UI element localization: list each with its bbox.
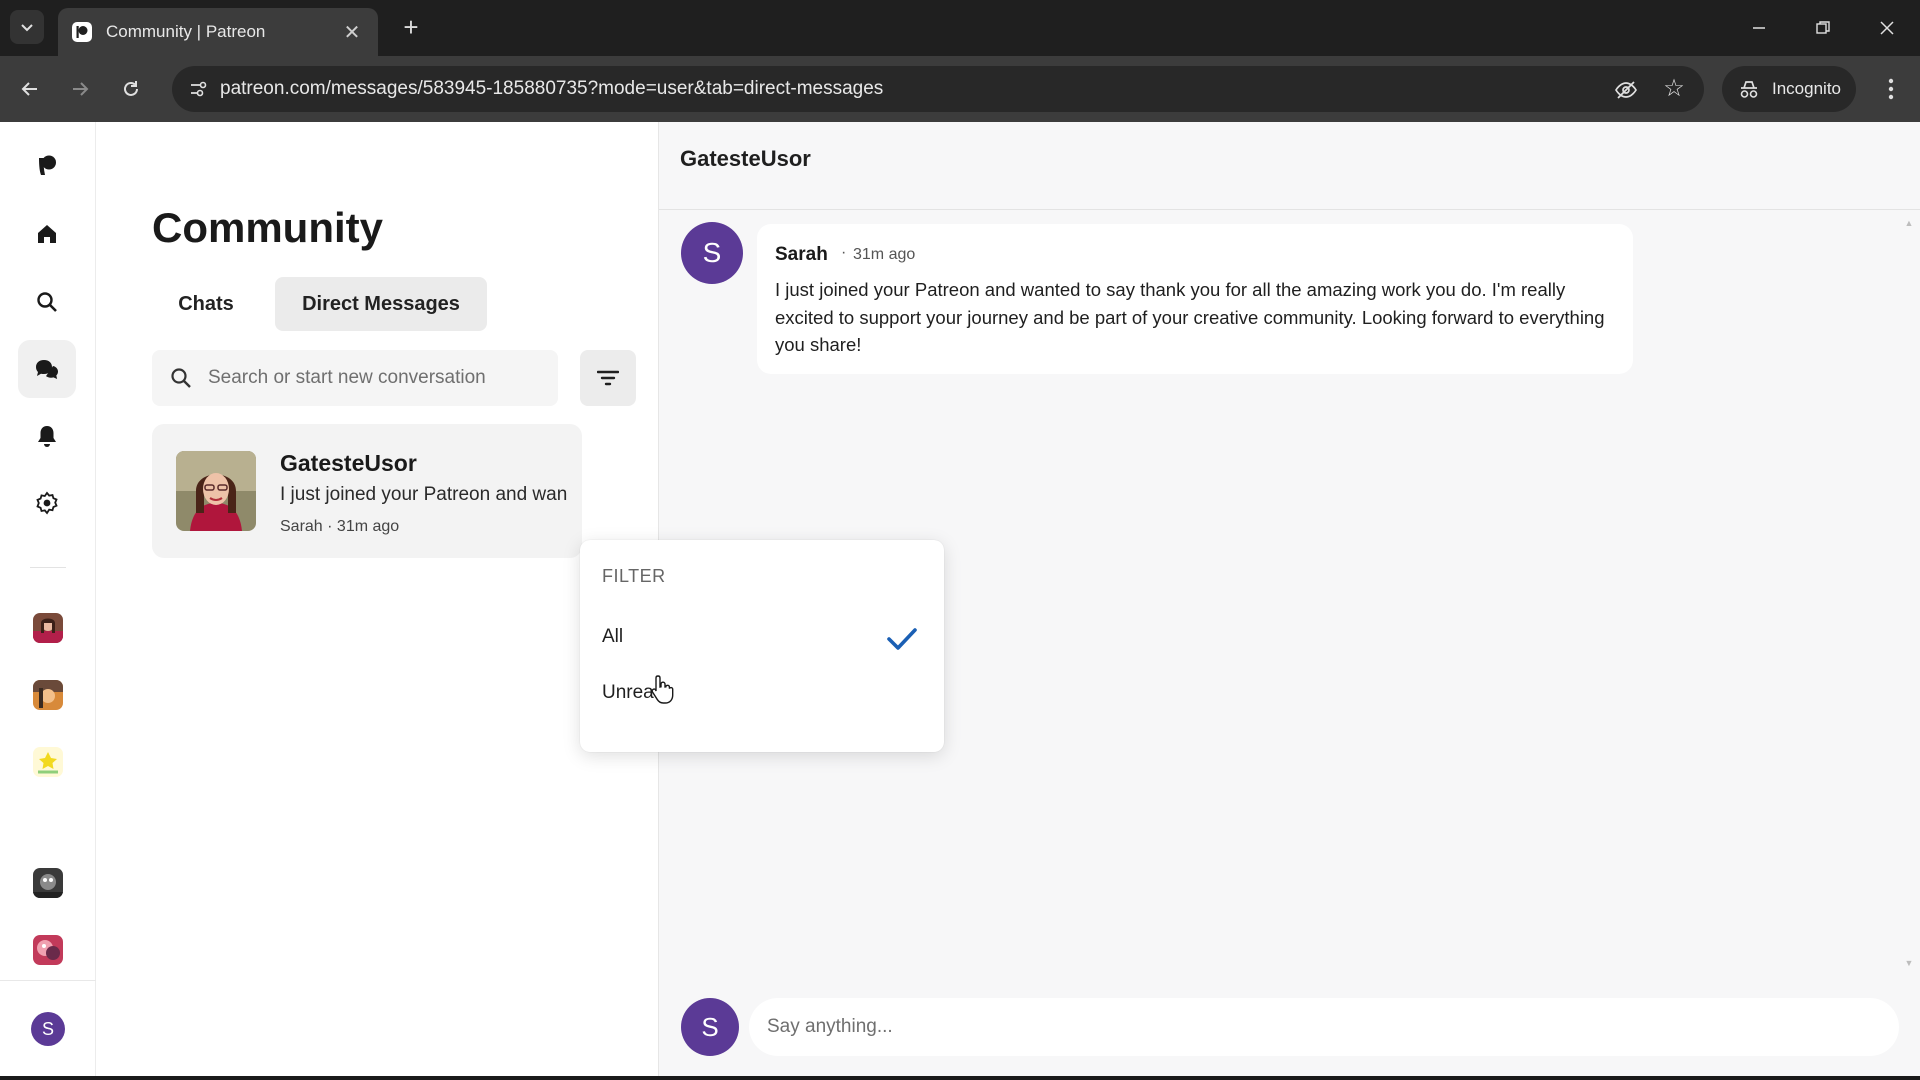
patreon-logo-button[interactable]: [18, 136, 76, 194]
minimize-button[interactable]: [1734, 8, 1784, 48]
minimize-icon: [1753, 27, 1765, 29]
thread-title: GatesteUsor: [680, 146, 811, 171]
patreon-app: S Community Chats Direct Messages Search…: [0, 122, 1920, 1080]
message-input-placeholder: Say anything...: [767, 1016, 893, 1037]
tab-direct-messages[interactable]: Direct Messages: [275, 277, 487, 331]
sidebar-item-notifications[interactable]: [18, 407, 76, 465]
screen-bottom-edge: [0, 1076, 1920, 1080]
conversation-avatar: [176, 451, 256, 531]
arrow-left-icon: [21, 82, 37, 96]
page-title: Community: [152, 204, 383, 251]
bookmark-star-icon[interactable]: ☆: [1660, 75, 1688, 103]
reload-button[interactable]: [113, 71, 149, 107]
filter-option-all[interactable]: All: [602, 626, 623, 648]
home-icon: [38, 225, 56, 243]
eye-off-icon[interactable]: [1612, 76, 1640, 104]
sidebar-divider: [30, 567, 66, 568]
url-text[interactable]: patreon.com/messages/583945-185880735?mo…: [220, 78, 883, 100]
sidebar-item-community[interactable]: [18, 340, 76, 398]
bell-icon: [38, 426, 56, 447]
search-icon: [37, 292, 57, 312]
message-time: 31m ago: [853, 246, 916, 263]
tab-close-icon[interactable]: ✕: [340, 20, 364, 45]
composer-avatar: S: [681, 998, 739, 1056]
message-separator: ·: [841, 244, 847, 261]
chat-icon: [36, 360, 58, 379]
message-sender: Sarah: [775, 244, 828, 265]
browser-toolbar: patreon.com/messages/583945-185880735?mo…: [0, 56, 1920, 122]
browser-menu-button[interactable]: [1876, 71, 1906, 107]
hand-cursor-icon: [651, 675, 674, 704]
conversation-name: GatesteUsor: [280, 450, 417, 476]
filter-button[interactable]: [580, 350, 636, 406]
address-bar[interactable]: patreon.com/messages/583945-185880735?mo…: [172, 66, 1704, 112]
creator-avatar-4[interactable]: [33, 868, 63, 898]
close-window-button[interactable]: [1862, 8, 1912, 48]
checkmark-icon: [887, 628, 917, 650]
new-tab-button[interactable]: +: [396, 12, 426, 42]
conversation-preview: I just joined your Patreon and wan: [280, 484, 568, 505]
chevron-down-icon: [21, 24, 33, 32]
gear-icon: [36, 491, 58, 515]
message-text: I just joined your Patreon and wanted to…: [775, 279, 1605, 355]
creator-avatar-3[interactable]: [33, 747, 63, 777]
sidebar-nav: S: [0, 122, 96, 1080]
patreon-logo-icon: [39, 155, 56, 175]
filter-heading: FILTER: [602, 566, 666, 586]
message-avatar[interactable]: S: [681, 222, 743, 284]
browser-tab-bar: Community | Patreon ✕ +: [0, 0, 1920, 56]
search-icon: [171, 368, 191, 388]
arrow-right-icon: [73, 82, 89, 96]
creator-avatar-2[interactable]: [33, 680, 63, 710]
sidebar-bottom-divider: [0, 980, 96, 981]
scroll-down-arrow[interactable]: ▼: [1903, 958, 1915, 968]
patreon-favicon-icon: [72, 22, 92, 42]
restore-button[interactable]: [1798, 8, 1848, 48]
incognito-label: Incognito: [1772, 79, 1841, 98]
sidebar-item-home[interactable]: [18, 205, 76, 263]
close-icon: [1880, 21, 1894, 35]
search-input[interactable]: Search or start new conversation: [152, 350, 558, 406]
conversation-meta: Sarah · 31m ago: [280, 518, 400, 535]
thread-header: GatesteUsor: [659, 122, 1920, 210]
incognito-icon: [1738, 77, 1762, 101]
site-info-icon[interactable]: [184, 75, 212, 103]
search-placeholder: Search or start new conversation: [208, 367, 486, 388]
conversation-item[interactable]: GatesteUsor I just joined your Patreon a…: [152, 424, 582, 558]
back-button[interactable]: [12, 71, 48, 107]
user-avatar[interactable]: S: [31, 1012, 65, 1046]
sidebar-item-search[interactable]: [18, 273, 76, 331]
tab-title: Community | Patreon: [106, 22, 266, 41]
restore-icon: [1816, 21, 1830, 34]
forward-button[interactable]: [62, 71, 98, 107]
sidebar-item-settings[interactable]: [18, 474, 76, 532]
filter-icon: [597, 370, 619, 386]
tab-chats[interactable]: Chats: [151, 277, 261, 331]
scroll-up-arrow[interactable]: ▲: [1903, 218, 1915, 228]
filter-dropdown: FILTER All Unread: [580, 540, 944, 752]
message-input[interactable]: Say anything...: [749, 998, 1899, 1056]
tab-search-button[interactable]: [10, 10, 44, 44]
creator-avatar-5[interactable]: [33, 935, 63, 965]
creator-avatar-1[interactable]: [33, 613, 63, 643]
reload-icon: [124, 81, 138, 96]
browser-tab[interactable]: Community | Patreon ✕: [58, 8, 378, 56]
incognito-badge[interactable]: Incognito: [1722, 66, 1856, 112]
conversations-panel: Community Chats Direct Messages Search o…: [96, 122, 658, 1080]
more-vertical-icon: [1888, 78, 1894, 100]
message-bubble: Sarah · 31m ago I just joined your Patre…: [757, 224, 1633, 374]
